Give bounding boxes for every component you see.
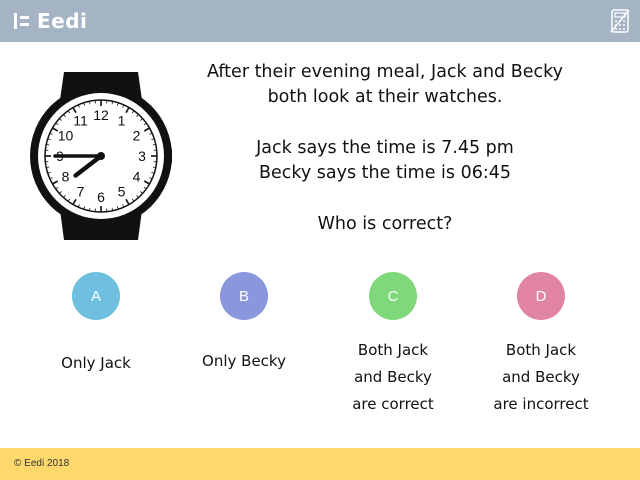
option-line: Both Jack: [357, 341, 429, 359]
option-letter: B: [238, 287, 249, 305]
option-letter: D: [535, 287, 547, 305]
option-b-text: Only Becky: [174, 348, 314, 375]
clock-number: 10: [58, 128, 74, 144]
clock-number: 5: [118, 184, 126, 200]
question-line: Jack says the time is 7.45 pm: [256, 138, 514, 158]
wristwatch-image: 121234567891011: [30, 72, 172, 240]
answer-option-d[interactable]: D Both Jack and Becky are incorrect: [471, 272, 611, 418]
option-d-text: Both Jack and Becky are incorrect: [471, 337, 611, 418]
question-line: both look at their watches.: [267, 87, 503, 107]
answer-option-a[interactable]: A Only Jack: [26, 272, 166, 377]
answer-option-c[interactable]: C Both Jack and Becky are correct: [323, 272, 463, 418]
option-letter: C: [387, 287, 399, 305]
question-text: After their evening meal, Jack and Becky…: [190, 60, 580, 237]
option-d-circle[interactable]: D: [517, 272, 565, 320]
option-line: and Becky: [354, 368, 432, 386]
clock-number: 3: [138, 148, 146, 164]
eedi-logo[interactable]: Eedi: [14, 8, 87, 34]
brand-name: Eedi: [37, 9, 88, 33]
hand-pivot: [97, 152, 105, 160]
clock-number: 11: [73, 112, 88, 128]
question-line: Becky says the time is 06:45: [258, 163, 512, 183]
clock-number: 2: [133, 128, 141, 144]
option-line: Only Becky: [202, 352, 286, 370]
copyright-text: © Eedi 2018: [14, 458, 70, 469]
clock-number: 7: [77, 184, 85, 200]
option-line: Both Jack: [505, 341, 577, 359]
question-prompt: Who is correct?: [317, 214, 453, 234]
clock-number: 12: [93, 107, 109, 123]
calculator-crossed-icon[interactable]: [610, 9, 630, 33]
option-a-circle[interactable]: A: [72, 272, 120, 320]
clock-number: 1: [118, 112, 126, 128]
option-c-text: Both Jack and Becky are correct: [323, 337, 463, 418]
option-a-text: Only Jack: [26, 350, 166, 377]
option-letter: A: [90, 287, 101, 305]
option-line: Only Jack: [61, 354, 131, 372]
clock-number: 8: [62, 169, 70, 185]
answer-option-b[interactable]: B Only Becky: [174, 272, 314, 375]
question-line: After their evening meal, Jack and Becky: [206, 62, 563, 82]
clock-number: 6: [97, 189, 105, 205]
option-line: and Becky: [502, 368, 580, 386]
eedi-logo-icon: [14, 13, 29, 29]
option-c-circle[interactable]: C: [369, 272, 417, 320]
footer-bar: © Eedi 2018: [0, 448, 640, 480]
option-line: are incorrect: [493, 395, 589, 413]
top-bar: Eedi: [0, 0, 640, 42]
clock-number: 4: [133, 169, 141, 185]
option-b-circle[interactable]: B: [220, 272, 268, 320]
option-line: are correct: [352, 395, 434, 413]
